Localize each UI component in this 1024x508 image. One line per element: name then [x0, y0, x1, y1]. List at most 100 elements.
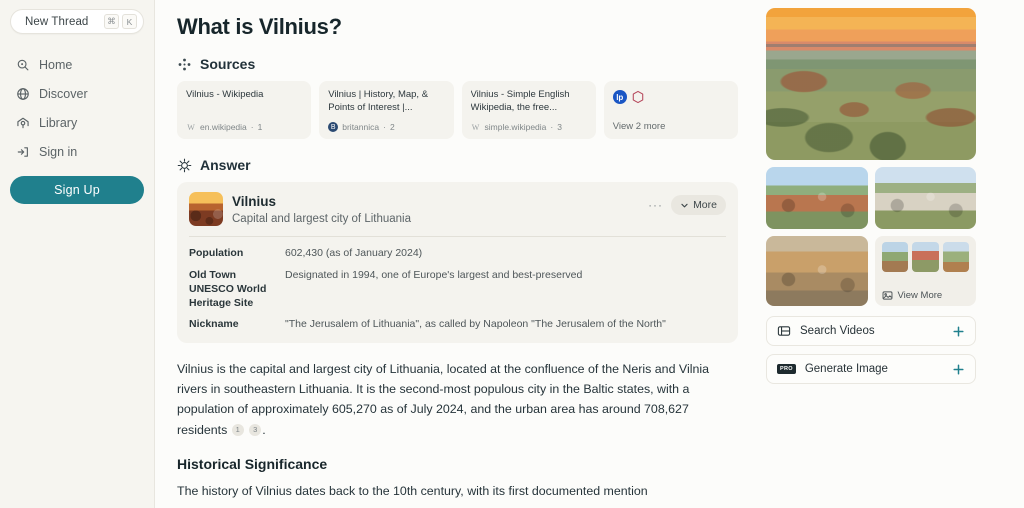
answer-sparkle-icon	[177, 158, 192, 173]
source-domain: simple.wikipedia	[484, 122, 547, 133]
fact-row: Population 602,430 (as of January 2024)	[189, 246, 726, 260]
lp-favicon: lp	[612, 90, 627, 105]
section-paragraph: The history of Vilnius dates back to the…	[177, 483, 648, 498]
thumbnail-strip	[881, 242, 969, 272]
source-card[interactable]: Vilnius | History, Map, & Points of Inte…	[319, 81, 454, 140]
entity-actions: ··· More	[648, 192, 726, 216]
kbd-command: ⌘	[104, 14, 119, 29]
view-more-sources-label: View 2 more	[612, 121, 666, 133]
entity-infobox: Vilnius Capital and largest city of Lith…	[177, 182, 738, 344]
page-title: What is Vilnius?	[177, 14, 342, 39]
source-meta: W simple.wikipedia · 3	[471, 122, 562, 133]
left-sidebar: New Thread ⌘ K Home Discover Library Sig…	[0, 0, 155, 508]
fact-row: Nickname "The Jerusalem of Lithuania", a…	[189, 317, 726, 331]
hero-image[interactable]	[766, 8, 976, 160]
sign-up-button[interactable]: Sign Up	[10, 176, 144, 204]
section-heading-historical: Historical Significance	[177, 455, 328, 472]
sidebar-item-label: Home	[39, 58, 73, 72]
sources-heading: Sources	[200, 56, 256, 73]
answer-section-header: Answer	[177, 157, 738, 173]
entity-thumbnail	[189, 192, 223, 227]
chevron-down-icon	[680, 201, 689, 210]
image-tile[interactable]	[874, 167, 976, 229]
citation-badge[interactable]: 1	[231, 424, 244, 437]
sidebar-item-label: Sign in	[39, 145, 78, 159]
source-title: Vilnius - Simple English Wikipedia, the …	[470, 89, 570, 113]
pro-badge-icon: PRO	[777, 364, 796, 374]
overflow-menu-icon[interactable]: ···	[648, 199, 663, 211]
main-content: What is Vilnius? Sources Vilnius - Wikip…	[155, 0, 760, 508]
answer-paragraph: Vilnius is the capital and largest city …	[177, 362, 709, 437]
source-domain: britannica	[342, 122, 380, 133]
source-domain: en.wikipedia	[200, 122, 247, 133]
home-search-icon	[16, 58, 30, 72]
mini-thumbnail	[912, 242, 939, 272]
fact-key: Population	[189, 247, 244, 260]
mini-thumbnail	[942, 242, 969, 272]
source-meta: W en.wikipedia · 1	[187, 122, 263, 133]
entity-titles: Vilnius Capital and largest city of Lith…	[232, 192, 639, 225]
view-more-images-row: View More	[882, 290, 970, 301]
image-icon	[882, 290, 893, 301]
plus-icon[interactable]	[952, 363, 965, 376]
image-tile[interactable]	[766, 236, 868, 306]
sidebar-item-library[interactable]: Library	[10, 110, 144, 136]
fact-key: Old Town UNESCO World Heritage Site	[189, 268, 267, 309]
hexagon-favicon	[631, 90, 645, 104]
sign-in-icon	[16, 145, 30, 159]
fact-value: 602,430 (as of January 2024)	[285, 247, 423, 260]
video-icon	[777, 324, 791, 338]
plus-icon[interactable]	[952, 325, 965, 338]
fact-key: Nickname	[189, 318, 239, 331]
sidebar-item-sign-in[interactable]: Sign in	[10, 139, 144, 165]
sidebar-item-discover[interactable]: Discover	[10, 81, 144, 107]
source-meta: B britannica · 2	[328, 122, 444, 133]
source-index: 1	[257, 122, 263, 133]
entity-more-button[interactable]: More	[671, 195, 726, 216]
fact-value: "The Jerusalem of Lithuania", as called …	[285, 318, 666, 331]
source-title: Vilnius - Wikipedia	[186, 89, 264, 101]
image-grid: View More	[766, 167, 976, 306]
fact-value: Designated in 1994, one of Europe's larg…	[285, 268, 583, 281]
sidebar-item-label: Discover	[39, 87, 88, 101]
generate-image-label: Generate Image	[804, 363, 888, 375]
source-title: Vilnius | History, Map, & Points of Inte…	[328, 89, 429, 113]
source-index: 2	[389, 122, 395, 133]
entity-more-label: More	[693, 199, 717, 212]
new-thread-label: New Thread	[25, 15, 89, 28]
wikipedia-favicon: W	[471, 122, 480, 132]
fact-row: Old Town UNESCO World Heritage Site Desi…	[189, 268, 726, 311]
image-tile[interactable]	[766, 167, 868, 229]
new-thread-button[interactable]: New Thread ⌘ K	[10, 9, 144, 34]
entity-header: Vilnius Capital and largest city of Lith…	[189, 192, 726, 227]
entity-facts: Population 602,430 (as of January 2024) …	[189, 246, 726, 331]
view-more-images-card[interactable]: View More	[874, 236, 976, 306]
right-rail: View More Search Videos PRO Generate Ima…	[760, 0, 1024, 508]
source-card[interactable]: Vilnius - Wikipedia W en.wikipedia · 1	[177, 81, 312, 140]
source-card[interactable]: Vilnius - Simple English Wikipedia, the …	[461, 81, 596, 140]
globe-icon	[16, 87, 30, 101]
sidebar-item-home[interactable]: Home	[10, 52, 144, 78]
britannica-favicon: B	[328, 122, 339, 133]
mini-thumbnail	[881, 242, 908, 272]
search-videos-label: Search Videos	[800, 325, 875, 337]
entity-name: Vilnius	[232, 194, 277, 210]
entity-subtitle: Capital and largest city of Lithuania	[232, 212, 411, 225]
library-icon	[16, 116, 30, 130]
app-root: New Thread ⌘ K Home Discover Library Sig…	[0, 0, 1024, 508]
answer-heading: Answer	[200, 157, 251, 174]
sources-dots-icon	[177, 57, 192, 72]
source-index: 3	[557, 122, 562, 133]
sidebar-nav: Home Discover Library Sign in	[10, 52, 144, 165]
kbd-k: K	[122, 14, 137, 29]
search-videos-button[interactable]: Search Videos	[766, 316, 976, 346]
keyboard-shortcut: ⌘ K	[104, 14, 137, 29]
generate-image-button[interactable]: PRO Generate Image	[766, 354, 976, 384]
sidebar-item-label: Library	[39, 116, 78, 130]
citation-badge[interactable]: 3	[249, 424, 262, 437]
view-more-favicons: lp	[612, 89, 729, 105]
sources-row: Vilnius - Wikipedia W en.wikipedia · 1 V…	[177, 81, 738, 140]
wikipedia-favicon: W	[187, 122, 195, 132]
view-more-sources-card[interactable]: lp View 2 more	[603, 81, 738, 140]
view-more-images-label: View More	[897, 290, 943, 301]
